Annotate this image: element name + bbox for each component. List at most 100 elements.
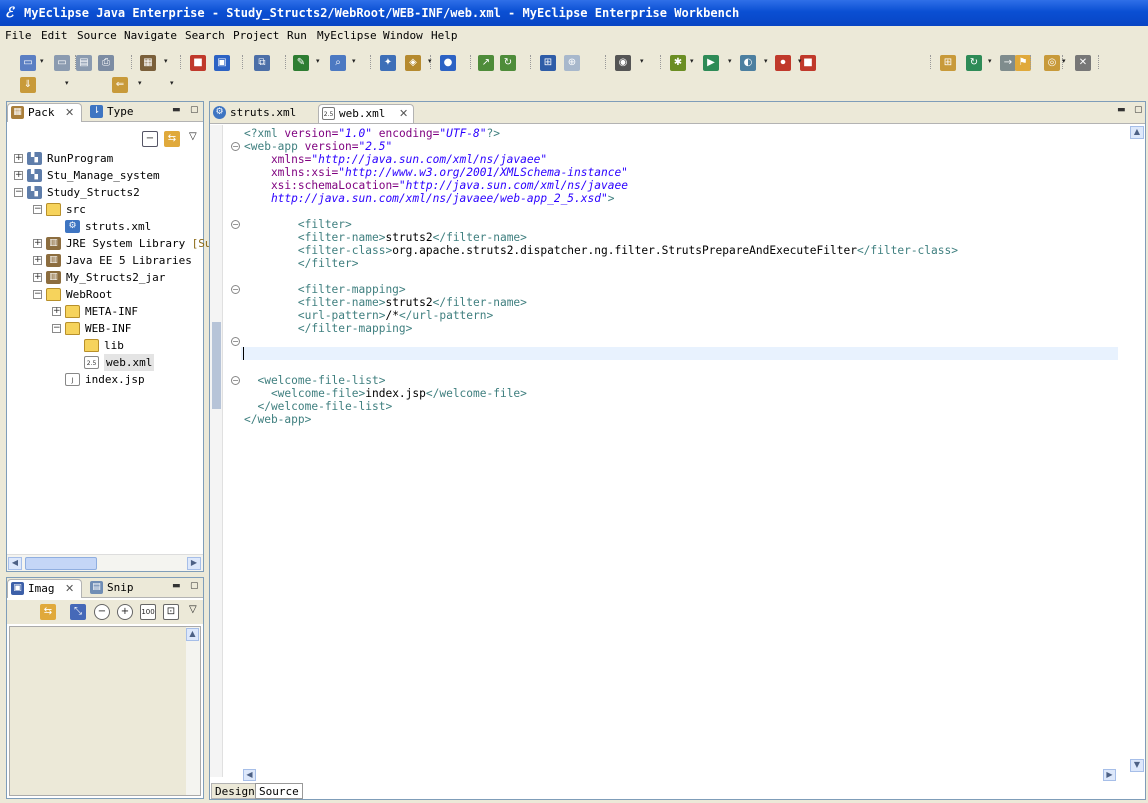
camera-icon[interactable]: ◉: [615, 55, 631, 71]
view-menu-icon[interactable]: ▽: [189, 131, 197, 142]
maximize-icon[interactable]: ▢: [1134, 106, 1144, 115]
fold-toggle-icon[interactable]: −: [231, 337, 240, 346]
fold-toggle-icon[interactable]: −: [231, 142, 240, 151]
zoom-out-icon[interactable]: −: [94, 604, 110, 620]
code-line[interactable]: xmlns:xsi="http://www.w3.org/2001/XMLSch…: [244, 166, 628, 179]
tree-item[interactable]: − WEB-INF: [7, 320, 203, 337]
tree-item[interactable]: + ▥ My_Structs2_jar: [7, 269, 203, 286]
tree-item[interactable]: + ▚ Stu_Manage_system: [7, 167, 203, 184]
dropdown-arrow-icon[interactable]: ▾: [728, 57, 732, 65]
menu-edit[interactable]: Edit: [41, 28, 68, 44]
expand-icon[interactable]: +: [33, 256, 42, 265]
code-line[interactable]: <welcome-file-list>: [244, 374, 385, 387]
scroll-left-icon[interactable]: ◀: [8, 557, 22, 570]
dropdown-arrow-icon[interactable]: ▾: [428, 57, 432, 65]
collapse-icon[interactable]: −: [52, 324, 61, 333]
refresh-icon[interactable]: ↻: [966, 55, 982, 71]
maximize-icon[interactable]: ▢: [190, 106, 200, 115]
link-icon[interactable]: ⇆: [40, 604, 56, 620]
tab-package-explorer[interactable]: ▦ Pack ✕: [7, 103, 82, 122]
tab-struts-xml[interactable]: ⚙ struts.xml: [210, 104, 314, 123]
expand-icon[interactable]: +: [33, 273, 42, 282]
profile-icon[interactable]: ⏺: [775, 55, 791, 71]
jar-icon[interactable]: ▣: [214, 55, 230, 71]
minimize-icon[interactable]: ▬: [172, 106, 182, 115]
run-icon[interactable]: ▶: [703, 55, 719, 71]
open-resource-icon[interactable]: ↗: [478, 55, 494, 71]
menu-search[interactable]: Search: [185, 28, 225, 44]
properties-icon[interactable]: ⊞: [540, 55, 556, 71]
expand-icon[interactable]: +: [52, 307, 61, 316]
dropdown-arrow-icon[interactable]: ▾: [640, 57, 644, 65]
menu-window[interactable]: Window: [383, 28, 423, 44]
deploy-icon[interactable]: ▦: [140, 55, 156, 71]
menu-file[interactable]: File: [5, 28, 32, 44]
tree-item[interactable]: Jindex.jsp: [7, 371, 203, 388]
menu-project[interactable]: Project: [233, 28, 279, 44]
dropdown-arrow-icon[interactable]: ▾: [798, 57, 802, 65]
search-icon[interactable]: ⌕: [330, 55, 346, 71]
tree-item[interactable]: + ▥ JRE System Library [Su: [7, 235, 211, 252]
scroll-left-icon[interactable]: ◀: [243, 769, 256, 781]
menu-help[interactable]: Help: [431, 28, 458, 44]
collapse-all-icon[interactable]: −: [142, 131, 158, 147]
code-line[interactable]: <filter-class>org.apache.struts2.dispatc…: [244, 244, 958, 257]
dropdown-arrow-icon[interactable]: ▾: [65, 79, 69, 87]
title-bar[interactable]: ℰ MyEclipse Java Enterprise - Study_Stru…: [0, 0, 1148, 26]
tree-item[interactable]: 2.5 web.xml: [7, 354, 203, 371]
close-icon[interactable]: ✕: [65, 580, 74, 598]
code-line[interactable]: <web-app version="2.5": [244, 140, 392, 153]
stop-icon[interactable]: ■: [800, 55, 816, 71]
back-icon[interactable]: ⇓: [20, 77, 36, 93]
close-icon[interactable]: ✕: [1075, 55, 1091, 71]
tree-item[interactable]: − src: [7, 201, 203, 218]
code-line[interactable]: </welcome-file-list>: [244, 400, 392, 413]
tab-snippets[interactable]: ▤ Snip: [87, 579, 157, 598]
tab-source[interactable]: Source: [255, 783, 303, 799]
debug-build-icon[interactable]: ✎: [293, 55, 309, 71]
myeclipse-app-icon[interactable]: ℰ: [5, 5, 19, 21]
code-line[interactable]: <filter-name>struts2</filter-name>: [244, 231, 527, 244]
code-line[interactable]: <url-pattern>/*</url-pattern>: [244, 309, 493, 322]
fit-screen-icon[interactable]: ⊡: [163, 604, 179, 620]
tree-item[interactable]: + ▥ Java EE 5 Libraries: [7, 252, 203, 269]
open-icon[interactable]: ◎: [1044, 55, 1060, 71]
scroll-up-icon[interactable]: ▲: [186, 628, 199, 641]
scroll-thumb[interactable]: [25, 557, 97, 570]
dropdown-arrow-icon[interactable]: ▾: [138, 79, 142, 87]
collapse-icon[interactable]: −: [33, 290, 42, 299]
editor-horizontal-scrollbar[interactable]: ◀ ▶: [237, 767, 1129, 783]
code-line[interactable]: </filter>: [244, 257, 359, 270]
menu-run[interactable]: Run: [287, 28, 307, 44]
dropdown-arrow-icon[interactable]: ▾: [170, 79, 174, 87]
code-line[interactable]: </filter-mapping>: [244, 322, 413, 335]
bug-debug-icon[interactable]: ✱: [670, 55, 686, 71]
horizontal-scrollbar[interactable]: ◀ ▶: [7, 554, 203, 571]
external-tools-icon[interactable]: ↻: [500, 55, 516, 71]
browser-icon[interactable]: ⊕: [564, 55, 580, 71]
new-class-icon[interactable]: ◈: [405, 55, 421, 71]
tree-item[interactable]: lib: [7, 337, 203, 354]
tab-web-xml[interactable]: 2.5 web.xml ✕: [318, 104, 414, 123]
editor-vertical-scrollbar[interactable]: ▲ ▼: [1129, 125, 1145, 775]
vertical-scrollbar[interactable]: ▲: [186, 627, 200, 795]
fit-icon[interactable]: ⤡: [70, 604, 86, 620]
view-menu-icon[interactable]: ▽: [189, 604, 197, 615]
expand-icon[interactable]: +: [14, 171, 23, 180]
expand-icon[interactable]: +: [33, 239, 42, 248]
open-folder-icon[interactable]: ⇐: [112, 77, 128, 93]
dropdown-arrow-icon[interactable]: ▾: [988, 57, 992, 65]
package-icon[interactable]: ■: [190, 55, 206, 71]
tab-image-viewer[interactable]: ▣ Imag ✕: [7, 579, 82, 598]
minimize-icon[interactable]: ▬: [1117, 106, 1127, 115]
tree-item[interactable]: − ▚ Study_Structs2: [7, 184, 203, 201]
save-all-icon[interactable]: ▤: [76, 55, 92, 71]
code-line[interactable]: <filter-mapping>: [244, 283, 406, 296]
new-icon[interactable]: ▭: [20, 55, 36, 71]
dropdown-arrow-icon[interactable]: ▾: [40, 57, 44, 65]
fold-toggle-icon[interactable]: −: [231, 220, 240, 229]
scroll-down-icon[interactable]: ▼: [1130, 759, 1144, 772]
tab-type-hierarchy[interactable]: ⇂ Type: [87, 103, 157, 122]
maximize-icon[interactable]: ▢: [190, 582, 200, 591]
zoom-in-icon[interactable]: +: [117, 604, 133, 620]
